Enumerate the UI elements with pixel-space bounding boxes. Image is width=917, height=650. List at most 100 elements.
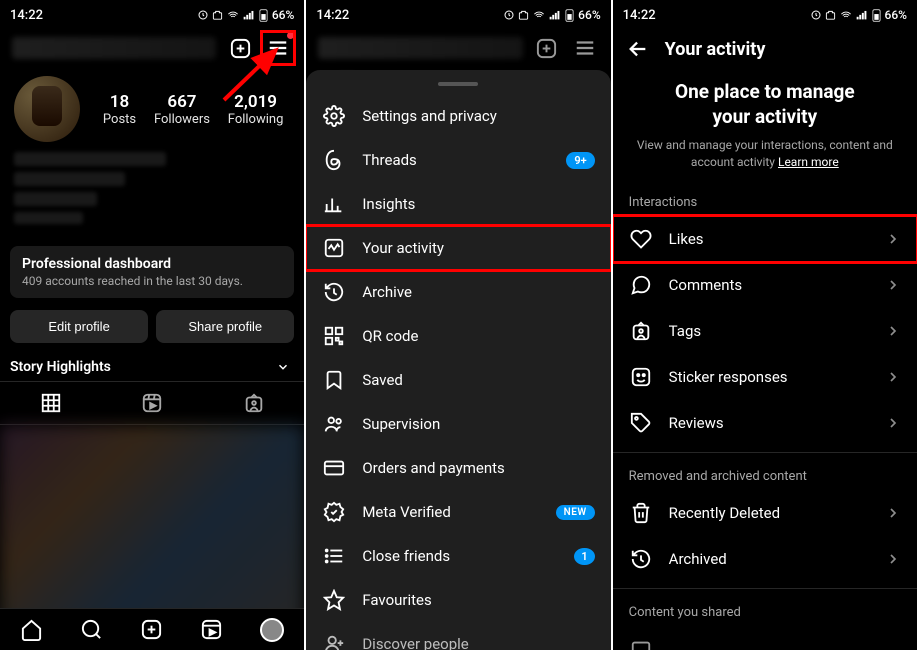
- menu-settings[interactable]: Settings and privacy: [306, 94, 610, 138]
- menu-label: Meta Verified: [362, 503, 450, 521]
- section-content-shared: Content you shared: [613, 595, 917, 626]
- nav-profile[interactable]: [260, 618, 284, 642]
- share-profile-button[interactable]: Share profile: [156, 310, 294, 343]
- menu-label: Your activity: [362, 239, 444, 257]
- status-right: 66%: [197, 8, 294, 22]
- menu-label: Close friends: [362, 547, 450, 565]
- menu-label: Settings and privacy: [362, 107, 497, 125]
- sheet-handle[interactable]: [438, 82, 478, 86]
- activity-content-shared-item[interactable]: [613, 626, 917, 650]
- learn-more-link[interactable]: Learn more: [778, 155, 839, 169]
- activity-icon: [322, 237, 346, 259]
- activity-tags[interactable]: Tags: [613, 308, 917, 354]
- highlight-activity-box: [306, 224, 612, 272]
- menu-label: Archive: [362, 283, 412, 301]
- menu-archive[interactable]: Archive: [306, 270, 610, 314]
- menu-label: Saved: [362, 371, 403, 389]
- trash-icon: [629, 502, 653, 524]
- star-icon: [322, 589, 346, 611]
- chevron-right-icon: [885, 231, 901, 247]
- menu-button[interactable]: [571, 34, 599, 62]
- menu-saved[interactable]: Saved: [306, 358, 610, 402]
- panel-your-activity: 14:22 66% Your activity One place to man…: [613, 0, 917, 650]
- chevron-right-icon: [885, 323, 901, 339]
- activity-stickers[interactable]: Sticker responses: [613, 354, 917, 400]
- activity-comments[interactable]: Comments: [613, 262, 917, 308]
- profile-header: [0, 28, 304, 68]
- activity-archived[interactable]: Archived: [613, 536, 917, 582]
- highlight-likes-box: [613, 214, 917, 264]
- edit-profile-button[interactable]: Edit profile: [10, 310, 148, 343]
- menu-orders[interactable]: Orders and payments: [306, 446, 610, 490]
- divider: [613, 588, 917, 589]
- menu-sheet: Settings and privacy Threads 9+ Insights…: [306, 70, 610, 650]
- dashboard-subtitle: 409 accounts reached in the last 30 days…: [22, 274, 282, 288]
- item-label: Comments: [669, 276, 743, 294]
- tab-tagged[interactable]: [203, 382, 304, 424]
- status-time: 14:22: [10, 8, 43, 23]
- stat-posts[interactable]: 18 Posts: [103, 92, 136, 127]
- add-post-button[interactable]: [226, 34, 254, 62]
- menu-supervision[interactable]: Supervision: [306, 402, 610, 446]
- username-blurred: [12, 37, 216, 59]
- profile-header-dimmed: [306, 28, 610, 68]
- status-time: 14:22: [623, 8, 656, 23]
- profile-stats-row: 18 Posts 667 Followers 2,019 Following: [0, 68, 304, 146]
- activity-header: Your activity: [613, 28, 917, 70]
- menu-favourites[interactable]: Favourites: [306, 578, 610, 622]
- add-post-button[interactable]: [533, 34, 561, 62]
- section-removed: Removed and archived content: [613, 459, 917, 490]
- highlights-label: Story Highlights: [10, 359, 111, 375]
- status-battery: 66%: [885, 8, 907, 22]
- bottom-nav: [0, 608, 304, 650]
- verified-icon: [322, 501, 346, 523]
- card-icon: [322, 457, 346, 479]
- qr-icon: [322, 325, 346, 347]
- professional-dashboard-card[interactable]: Professional dashboard 409 accounts reac…: [10, 246, 294, 298]
- menu-meta-verified[interactable]: Meta Verified NEW: [306, 490, 610, 534]
- menu-label: Insights: [362, 195, 415, 213]
- hero-subtitle: View and manage your interactions, conte…: [633, 137, 897, 171]
- activity-reviews[interactable]: Reviews: [613, 400, 917, 446]
- status-battery: 66%: [578, 8, 600, 22]
- archive-clock-icon: [629, 548, 653, 570]
- status-bar: 14:22 66%: [306, 0, 610, 28]
- status-bar: 14:22 66%: [613, 0, 917, 28]
- menu-button[interactable]: [264, 34, 292, 62]
- activity-hero: One place to manageyour activity View an…: [613, 70, 917, 185]
- chevron-right-icon: [885, 415, 901, 431]
- nav-add[interactable]: [140, 618, 163, 641]
- menu-your-activity[interactable]: Your activity: [306, 226, 610, 270]
- activity-deleted[interactable]: Recently Deleted: [613, 490, 917, 536]
- stat-followers[interactable]: 667 Followers: [154, 92, 210, 127]
- menu-threads[interactable]: Threads 9+: [306, 138, 610, 182]
- story-highlights-row[interactable]: Story Highlights: [0, 349, 304, 381]
- avatar[interactable]: [14, 76, 80, 142]
- nav-search[interactable]: [80, 618, 103, 641]
- nav-home[interactable]: [20, 618, 43, 641]
- threads-icon: [322, 149, 346, 171]
- sticker-icon: [629, 366, 653, 388]
- bookmark-icon: [322, 369, 346, 391]
- menu-insights[interactable]: Insights: [306, 182, 610, 226]
- chevron-right-icon: [885, 277, 901, 293]
- menu-close-friends[interactable]: Close friends 1: [306, 534, 610, 578]
- tab-reels[interactable]: [101, 382, 202, 424]
- tag-person-icon: [629, 320, 653, 342]
- profile-tabs: [0, 381, 304, 425]
- notification-dot-icon: [287, 32, 294, 39]
- menu-label: QR code: [362, 327, 418, 345]
- page-title: Your activity: [665, 39, 766, 60]
- panel-profile: 14:22 66%: [0, 0, 306, 650]
- stat-following[interactable]: 2,019 Following: [228, 92, 284, 127]
- tab-grid[interactable]: [0, 382, 101, 424]
- price-tag-icon: [629, 412, 653, 434]
- back-button[interactable]: [627, 38, 649, 60]
- nav-reels[interactable]: [200, 618, 223, 641]
- activity-likes[interactable]: Likes: [613, 216, 917, 262]
- menu-label: Supervision: [362, 415, 440, 433]
- chart-icon: [322, 193, 346, 215]
- menu-discover[interactable]: Discover people: [306, 622, 610, 650]
- menu-label: Discover people: [362, 635, 468, 650]
- menu-qr-code[interactable]: QR code: [306, 314, 610, 358]
